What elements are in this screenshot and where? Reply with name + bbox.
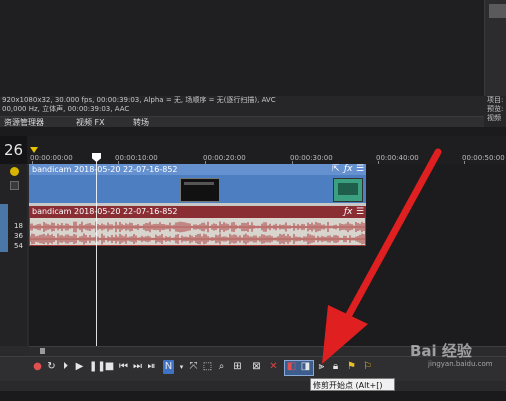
video-event-title: bandicam 2018-05-20 22-07-16-852 <box>32 165 178 174</box>
tooltip: 修剪开始点 (Alt+[) <box>310 378 395 391</box>
lock-icon[interactable]: 🔒︎ <box>330 360 341 374</box>
stop-icon[interactable]: ■ <box>104 360 115 374</box>
marker-icon[interactable]: ⚑ <box>346 360 357 374</box>
audio-track-header-strip <box>0 204 8 252</box>
ruler-label: 00:00:40:00 <box>376 154 419 162</box>
snap-icon[interactable]: ⊞ <box>232 360 243 374</box>
trim-end-icon[interactable]: ◨ <box>300 360 311 374</box>
status-strip <box>0 391 506 401</box>
volume-label: 36 <box>14 232 23 240</box>
splitter[interactable] <box>0 127 506 136</box>
timecode-display: 26 <box>0 136 27 164</box>
region-icon[interactable]: ⚐ <box>362 360 373 374</box>
go-end-icon[interactable]: ⏯ <box>146 360 157 374</box>
ruler-label: 00:00:30:00 <box>290 154 333 162</box>
ruler-label: 00:00:50:00 <box>462 154 505 162</box>
chevron-down-icon[interactable]: ▾ <box>176 360 187 374</box>
trim-icon[interactable]: ⊠ <box>251 360 262 374</box>
split-icon[interactable]: ⫸ <box>316 360 327 374</box>
prev-frame-icon[interactable]: ⏮ <box>118 360 129 374</box>
right-info-panel: 项目: 预览: 视频 <box>484 96 506 127</box>
audio-menu-icon[interactable]: ☰ <box>356 206 364 218</box>
loop-region-marker[interactable] <box>30 147 38 153</box>
pan-crop-icon[interactable]: ⇱ <box>332 164 340 175</box>
video-event-title-bar[interactable]: bandicam 2018-05-20 22-07-16-852 <box>29 164 366 175</box>
scrollbar-handle[interactable] <box>40 348 45 354</box>
selection-tool-icon[interactable]: ⬚ <box>202 360 213 374</box>
volume-label: 18 <box>14 222 23 230</box>
timeline-lower-area[interactable] <box>29 246 506 346</box>
pause-icon[interactable]: ❚❚ <box>89 360 106 374</box>
audio-event-title: bandicam 2018-05-20 22-07-16-852 <box>32 207 178 216</box>
watermark-url: jingyan.baidu.com <box>428 360 493 368</box>
next-frame-icon[interactable]: ⏭ <box>132 360 143 374</box>
watermark: Bai 经验 jingyan.baidu.com <box>388 342 506 382</box>
volume-label: 54 <box>14 242 23 250</box>
project-thumbnail <box>489 4 506 18</box>
audio-waveform <box>29 221 366 245</box>
delete-icon[interactable]: ✕ <box>268 360 279 374</box>
trim-start-icon[interactable]: ◧ <box>286 360 297 374</box>
event-menu-icon[interactable]: ☰ <box>356 164 364 175</box>
playhead-line[interactable] <box>96 154 97 352</box>
ruler-label: 00:00:20:00 <box>203 154 246 162</box>
play-from-start-icon[interactable]: ⏵ <box>60 360 71 374</box>
video-thumbnail <box>180 178 220 202</box>
zoom-tool-icon[interactable]: ⌕ <box>216 360 227 374</box>
timeline-ruler[interactable]: 00:00:00:00 00:00:10:00 00:00:20:00 00:0… <box>27 136 506 165</box>
preview-area <box>0 0 506 96</box>
ruler-label: 00:00:10:00 <box>115 154 158 162</box>
envelope-tool-icon[interactable]: ⤧ <box>188 360 199 374</box>
audio-event-title-bar[interactable]: bandicam 2018-05-20 22-07-16-852 <box>29 206 366 218</box>
normal-edit-tool-icon[interactable]: N <box>163 360 174 374</box>
preview-label: 预览: <box>487 105 504 113</box>
record-icon[interactable]: ● <box>32 360 43 374</box>
media-info-bar: 920x1080x32, 30.000 fps, 00:00:39:03, Al… <box>0 96 484 116</box>
play-icon[interactable]: ▶ <box>74 360 85 374</box>
track-header <box>0 164 27 346</box>
media-info-line1: 920x1080x32, 30.000 fps, 00:00:39:03, Al… <box>2 96 276 104</box>
ruler-label: 00:00:00:00 <box>30 154 73 162</box>
project-label: 项目: <box>487 96 504 104</box>
media-info-line2: 00,000 Hz, 立体声, 00:00:39:03, AAC <box>2 105 130 113</box>
right-tab-video[interactable]: 视频 <box>487 114 506 123</box>
audio-fx-icon[interactable]: ƒx <box>344 206 353 218</box>
track-fx-icon[interactable] <box>10 167 19 176</box>
loop-icon[interactable]: ↻ <box>46 360 57 374</box>
event-fx-icon[interactable]: ƒx <box>344 164 353 175</box>
track-expand-icon[interactable] <box>10 181 19 190</box>
video-thumbnail <box>333 178 363 202</box>
watermark-text: Bai 经验 <box>410 342 472 360</box>
